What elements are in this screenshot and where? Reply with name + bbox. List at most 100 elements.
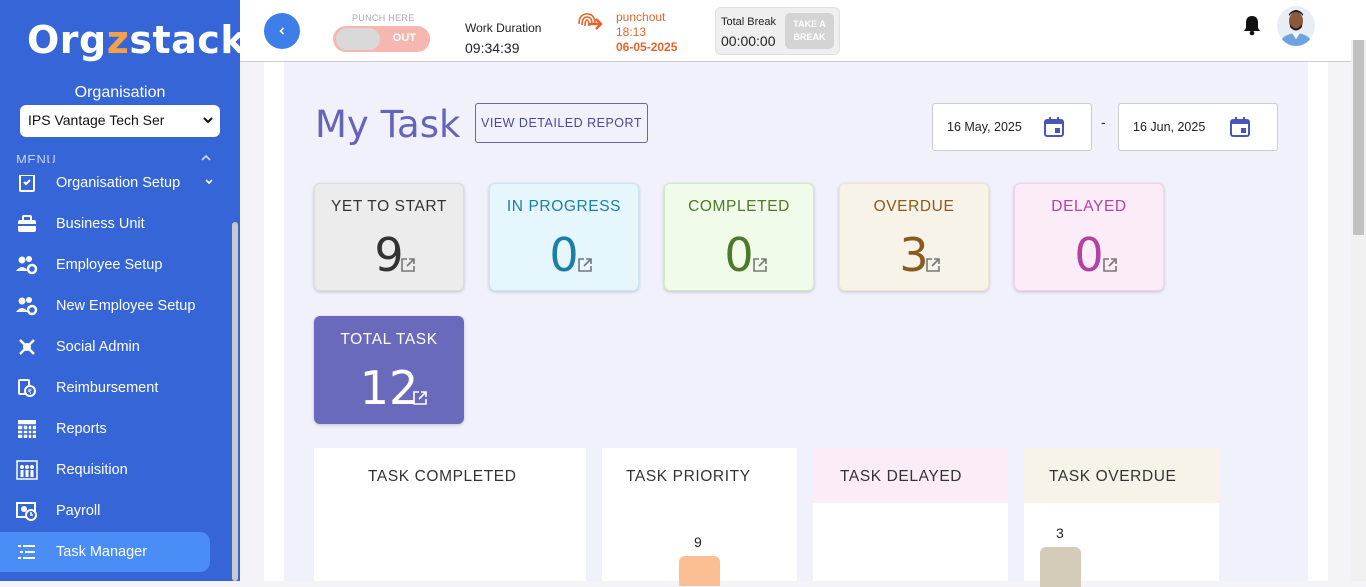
sidebar-item-employee-setup[interactable]: Employee Setup (0, 245, 210, 285)
app-logo[interactable]: Orgzstack (27, 18, 240, 62)
sidebar-item-social-admin[interactable]: Social Admin (0, 327, 210, 367)
svg-text:₹: ₹ (28, 388, 33, 396)
panel-title: TASK DELAYED (813, 448, 1008, 503)
chevron-down-icon (202, 113, 214, 129)
briefcase-icon (16, 213, 38, 235)
stat-value: 0 (1074, 228, 1104, 282)
calendar-icon[interactable] (1229, 116, 1251, 138)
sidebar-item-new-employee-setup[interactable]: New Employee Setup (0, 286, 210, 326)
punch-toggle[interactable]: OUT (333, 26, 430, 52)
collapse-sidebar-button[interactable] (264, 13, 300, 49)
sidebar-item-label: Reimbursement (56, 380, 159, 396)
stat-card-in-progress[interactable]: IN PROGRESS 0 (489, 183, 639, 291)
organisation-select-value: IPS Vantage Tech Ser (28, 112, 165, 128)
sidebar-item-requisition[interactable]: Requisition (0, 450, 210, 490)
open-external-icon[interactable] (400, 257, 416, 273)
start-date-value: 16 May, 2025 (947, 120, 1022, 134)
stat-value: 12 (359, 361, 419, 415)
page-title: My Task (315, 103, 461, 146)
total-break-label: Total Break (721, 16, 777, 28)
chevron-down-icon (204, 177, 214, 190)
start-date-field[interactable]: 16 May, 2025 (932, 103, 1092, 151)
scrollbar-thumb[interactable] (1353, 40, 1364, 235)
priority-bar[interactable] (679, 556, 720, 586)
sidebar-item-label: Task Manager (56, 544, 148, 560)
open-external-icon[interactable] (1102, 257, 1118, 273)
end-date-field[interactable]: 16 Jun, 2025 (1118, 103, 1278, 151)
people-chart-icon (16, 459, 38, 481)
stat-card-total-task[interactable]: TOTAL TASK 12 (314, 316, 464, 424)
sidebar-item-reports[interactable]: Reports (0, 409, 210, 449)
task-priority-panel: TASK PRIORITY 9 (602, 448, 797, 586)
punchout-info: punchout 18:13 06-05-2025 (616, 10, 677, 55)
task-list-icon (16, 541, 38, 563)
open-external-icon[interactable] (752, 257, 768, 273)
work-duration-value: 09:34:39 (465, 40, 520, 56)
overdue-bar[interactable] (1040, 547, 1081, 587)
stat-value: 9 (374, 228, 404, 282)
notification-bell-icon[interactable] (1242, 14, 1262, 41)
punchout-time: 18:13 (616, 25, 647, 39)
social-icon (16, 336, 38, 358)
open-external-icon[interactable] (577, 257, 593, 273)
punch-out-label: OUT (392, 32, 416, 44)
sidebar-scrollbar[interactable] (232, 222, 238, 581)
bar-value-label: 9 (694, 534, 702, 550)
end-date-value: 16 Jun, 2025 (1133, 120, 1206, 134)
top-bar: PUNCH HERE OUT Work Duration 09:34:39 pu… (240, 0, 1366, 62)
task-delayed-panel: TASK DELAYED (813, 448, 1008, 581)
stat-card-yet-to-start[interactable]: YET TO START 9 (314, 183, 464, 291)
grid-icon (16, 418, 38, 440)
stat-label: IN PROGRESS (506, 198, 622, 215)
bar-value-label: 3 (1056, 525, 1064, 541)
open-external-icon[interactable] (412, 390, 428, 406)
main-scrollbar[interactable] (1351, 40, 1366, 581)
calendar-icon[interactable] (1043, 116, 1065, 138)
stat-value: 0 (724, 228, 754, 282)
sidebar-item-label: Employee Setup (56, 257, 163, 273)
sidebar-item-label: Payroll (56, 503, 101, 519)
sidebar-item-reimbursement[interactable]: ₹ Reimbursement (0, 368, 210, 408)
stat-label: OVERDUE (873, 198, 955, 215)
people-gear-icon (16, 295, 38, 317)
user-avatar[interactable] (1277, 6, 1315, 46)
sidebar-item-task-manager[interactable]: Task Manager (0, 532, 210, 572)
stat-value: 3 (899, 228, 929, 282)
reimbursement-icon: ₹ (16, 377, 38, 399)
task-completed-panel: TASK COMPLETED (314, 448, 586, 581)
break-panel: Total Break 00:00:00 TAKE A BREAK (715, 7, 840, 55)
open-external-icon[interactable] (925, 257, 941, 273)
stat-value: 0 (549, 228, 579, 282)
sidebar-item-label: Social Admin (56, 339, 140, 355)
panel-title: TASK OVERDUE (1024, 448, 1219, 503)
panel-title: TASK PRIORITY (602, 448, 797, 503)
organisation-select[interactable]: IPS Vantage Tech Ser (20, 105, 220, 137)
take-break-button[interactable]: TAKE A BREAK (785, 13, 834, 49)
stat-card-completed[interactable]: COMPLETED 0 (664, 183, 814, 291)
total-break-value: 00:00:00 (721, 33, 776, 49)
task-overdue-panel: TASK OVERDUE 3 (1024, 448, 1219, 587)
punchout-date: 06-05-2025 (616, 40, 678, 54)
stat-label: YET TO START (330, 198, 448, 215)
payroll-icon (16, 500, 38, 522)
stat-card-delayed[interactable]: DELAYED 0 (1014, 183, 1164, 291)
sidebar-item-payroll[interactable]: Payroll (0, 491, 210, 531)
sidebar-item-label: Requisition (56, 462, 128, 478)
take-break-label-2: BREAK (793, 32, 826, 42)
date-separator: - (1101, 114, 1106, 130)
view-detailed-report-button[interactable]: VIEW DETAILED REPORT (475, 103, 648, 143)
punchout-label: punchout (616, 10, 666, 24)
sidebar-item-label: Reports (56, 421, 107, 437)
stat-label: DELAYED (1051, 198, 1127, 215)
people-gear-icon (16, 254, 38, 276)
sidebar-item-label: Business Unit (56, 216, 145, 232)
panel-title: TASK COMPLETED (314, 448, 586, 503)
sidebar-item-business-unit[interactable]: Business Unit (0, 204, 210, 244)
stat-label: COMPLETED (688, 198, 790, 215)
stat-card-overdue[interactable]: OVERDUE 3 (839, 183, 989, 291)
organisation-label: Organisation (74, 84, 166, 101)
fingerprint-icon (575, 10, 603, 36)
sidebar: Orgzstack Organisation IPS Vantage Tech … (0, 0, 240, 581)
work-duration-label: Work Duration (465, 21, 542, 35)
sidebar-item-label: New Employee Setup (56, 298, 196, 314)
